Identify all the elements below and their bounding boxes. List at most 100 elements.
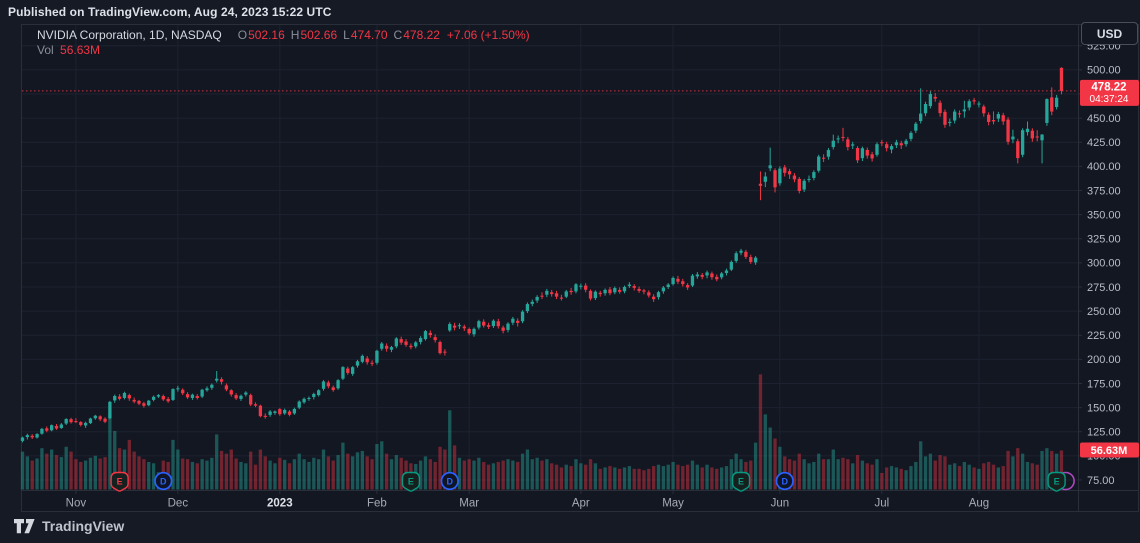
candle-body [793,176,796,180]
volume-bar [273,463,276,489]
price-tick-label: 400.00 [1087,161,1121,173]
currency-toggle-button[interactable]: USD [1081,22,1138,45]
candle-body [584,286,587,290]
symbol-legend: NVIDIA Corporation, 1D, NASDAQO502.16H50… [37,28,530,43]
candle-body [720,273,723,277]
candle-body [385,346,388,349]
candle-body [827,150,830,157]
time-tick-label: 2023 [267,498,293,510]
volume-bar [472,461,475,490]
candle-body [977,104,980,105]
candle-body [904,141,907,144]
candle-body [497,321,500,326]
volume-bar [812,462,815,490]
candle-body [278,409,281,414]
candle-body [681,281,684,284]
volume-bar [40,448,43,489]
volume-bar [608,466,611,489]
volume-bar [992,465,995,490]
candle-body [424,331,427,339]
candle-body [336,380,339,388]
volume-bar [390,459,393,489]
volume-bar [1002,466,1005,489]
volume-bar [468,459,471,489]
candle-body [1002,115,1005,121]
candle-body [987,115,990,122]
volume-bar [681,466,684,489]
volume-bar [972,467,975,489]
candle-body [390,347,393,350]
candle-body [739,251,742,253]
candle-body [370,363,373,364]
candle-body [65,419,68,424]
volume-bar [249,452,252,490]
earnings-marker-icon[interactable]: E [111,473,128,492]
candle-body [895,142,898,145]
candle-body [468,329,471,333]
candle-body [21,438,24,441]
candle-body [395,338,398,346]
candle-body [1036,136,1039,137]
volume-bar [336,455,339,489]
candle-body [798,179,801,191]
volume-bar [1016,448,1019,489]
dividend-marker-icon[interactable]: D [441,473,458,490]
candle-body [812,172,815,178]
dividend-marker-icon[interactable]: D [155,473,172,490]
dividend-marker-icon[interactable]: D [776,473,793,490]
candle-body [157,395,160,396]
candle-body [191,395,194,398]
volume-bar [924,456,927,489]
volume-bar [521,454,524,490]
volume-bar [963,462,966,490]
candle-body [628,285,631,286]
candle-body [472,329,475,334]
volume-bar [133,452,136,490]
volume-bar [60,457,63,489]
candle-body [375,351,378,363]
countdown-timer: 04:37:24 [1090,94,1129,105]
volume-bar [424,456,427,489]
earnings-marker-icon[interactable]: E [733,473,750,492]
candle-body [341,367,344,379]
price-tick-label: 225.00 [1087,330,1121,342]
volume-bar [259,450,262,490]
volume-bar [560,467,563,489]
candle-body [516,321,519,323]
volume-bar [890,466,893,489]
candle-body [55,426,58,429]
candle-body [307,398,310,399]
candle-body [482,322,485,326]
last-price-value: 478.22 [1091,81,1126,93]
candle-body [113,396,116,400]
candle-body [298,402,301,408]
candle-body [438,342,441,353]
volume-bar [1031,463,1034,489]
candle-body [312,394,315,397]
candle-body [569,291,572,292]
price-tick-label: 450.00 [1087,113,1121,125]
volume-bar [84,461,87,490]
candle-body [715,277,718,279]
volume-bar [885,467,888,489]
volume-bar [181,458,184,489]
candle-body [273,411,276,413]
candle-body [958,113,961,114]
volume-bar [880,473,883,490]
volume-bar [846,459,849,489]
candle-body [400,339,403,342]
candle-body [579,286,582,287]
volume-bar [657,465,660,490]
volume-bar [929,454,932,490]
tradingview-brand[interactable]: TradingView [14,518,124,534]
candle-body [128,395,131,398]
volume-bar [74,459,77,489]
candle-body [1040,135,1043,141]
candle-body [327,383,330,387]
volume-bar [1036,465,1039,490]
chart-canvas[interactable]: 525.00500.00475.00450.00425.00400.00375.… [0,0,1140,543]
volume-bar [298,454,301,490]
candle-body [239,396,242,399]
candle-body [754,258,757,263]
earnings-marker-icon[interactable]: E [402,473,419,492]
